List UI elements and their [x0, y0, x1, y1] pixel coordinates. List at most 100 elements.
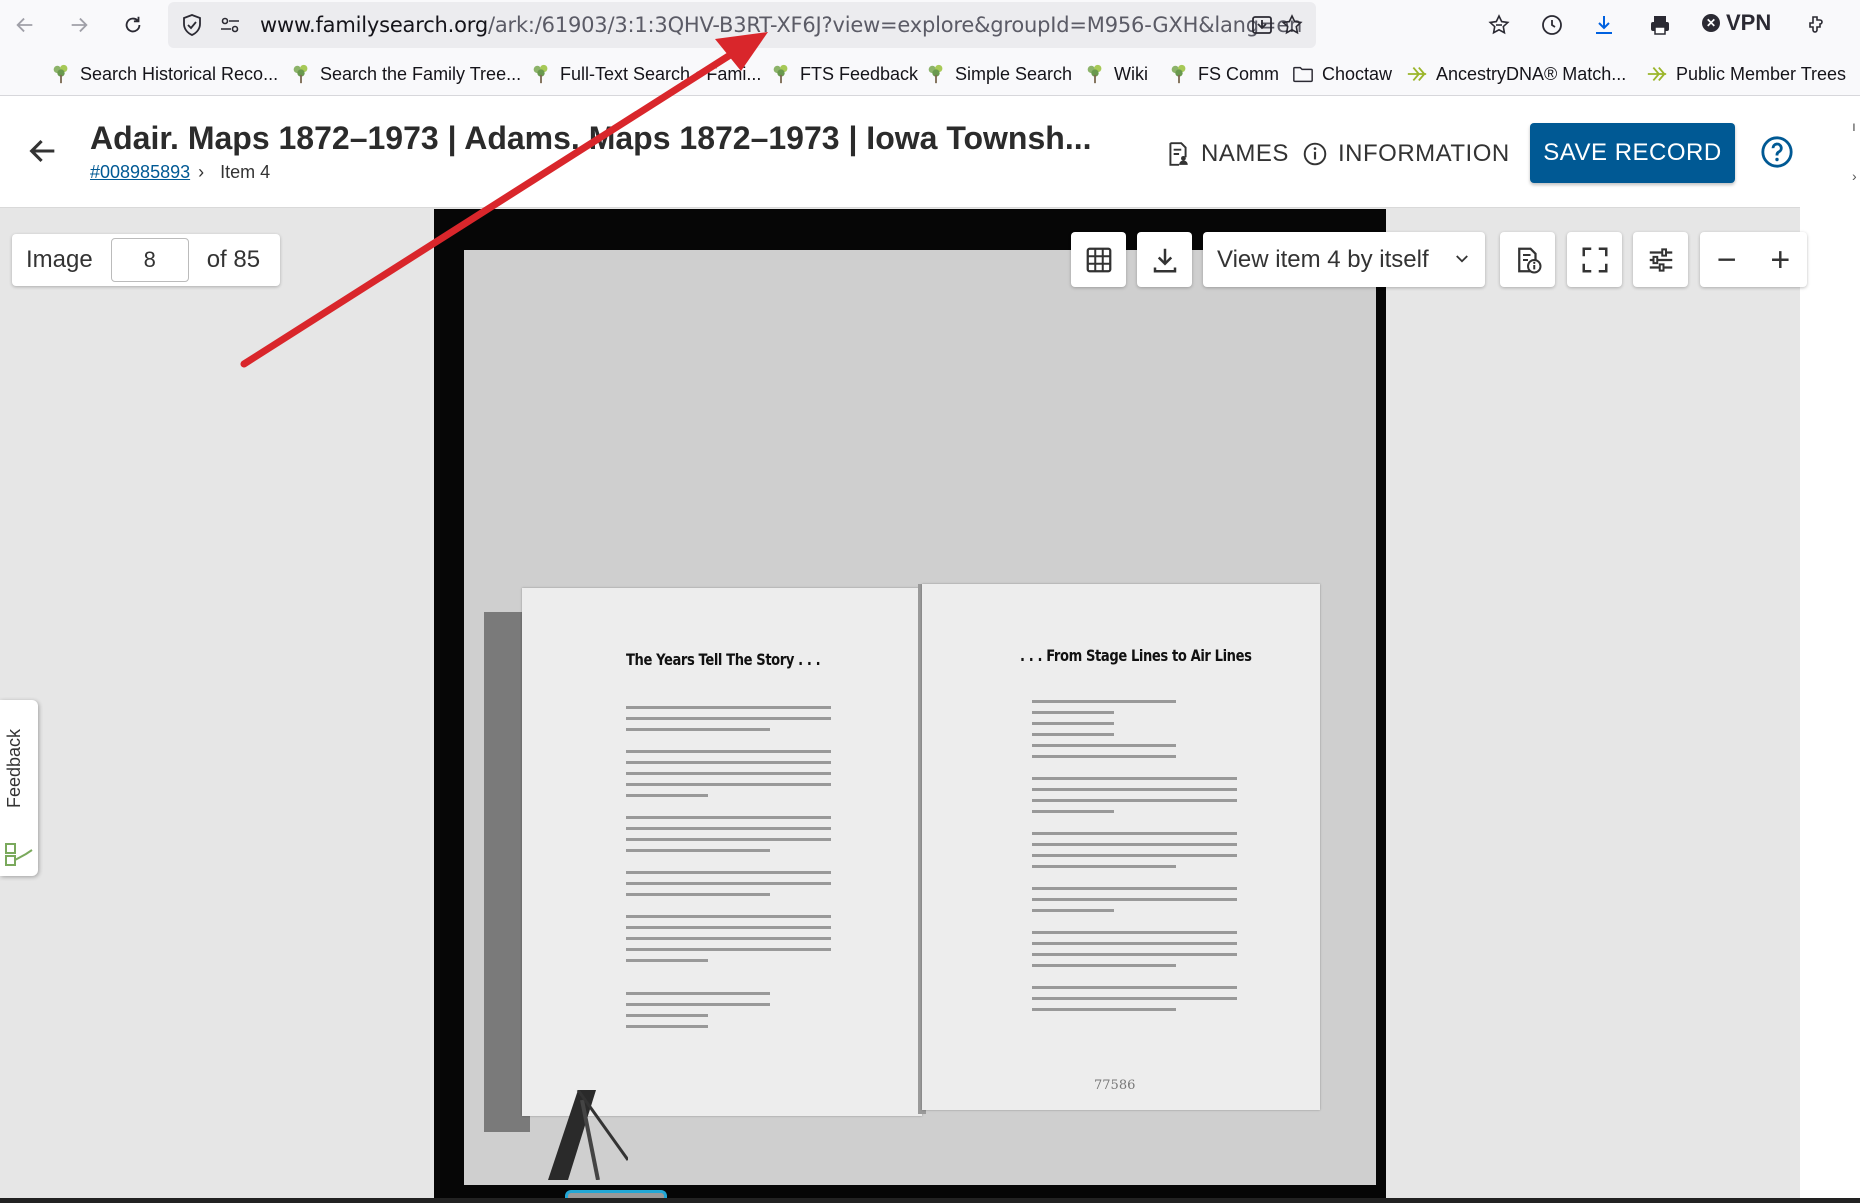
familysearch-tree-icon [1171, 64, 1186, 84]
chevron-down-icon [1456, 255, 1468, 263]
gallery-view-button[interactable] [1071, 232, 1126, 287]
vpn-label: VPN [1726, 10, 1772, 35]
view-item-select[interactable]: View item 4 by itself [1203, 232, 1485, 287]
feedback-tab[interactable]: Feedback [0, 700, 38, 876]
familysearch-tree-icon [53, 64, 68, 84]
bookmark-label: Search Historical Reco... [80, 63, 279, 84]
book-page-right: . . . From Stage Lines to Air Lines [922, 584, 1320, 1110]
arrow-right-icon [71, 17, 88, 33]
thumbnail-strip [0, 1198, 1860, 1203]
image-total: of 85 [206, 246, 261, 273]
breadcrumb: #008985893 › Item 4 [90, 162, 270, 183]
forward-button[interactable] [62, 8, 96, 42]
familysearch-tree-icon [533, 64, 548, 84]
site-permissions-icon[interactable] [218, 13, 242, 37]
bookmark-label: Search the Family Tree... [320, 63, 522, 84]
bookmark-item[interactable]: Public Member Trees [1646, 62, 1846, 86]
page-scrollbar[interactable]: ı › [1800, 96, 1860, 1203]
bookmark-item[interactable]: Search Historical Reco... [50, 62, 278, 86]
family-tree-icon [5, 843, 33, 866]
record-header: Adair. Maps 1872–1973 | Adams. Maps 1872… [0, 96, 1800, 208]
bookmark-label: FS Comm [1198, 63, 1279, 84]
right-page-text [1032, 700, 1237, 1019]
bookmark-item[interactable]: FS Comm [1168, 62, 1279, 86]
bookmarks-bar: Search Historical Reco... Search the Fam… [0, 50, 1860, 96]
reload-button[interactable] [116, 8, 150, 42]
image-label: Image [26, 246, 93, 273]
bookmark-item[interactable]: Search the Family Tree... [290, 62, 521, 86]
download-icon [1153, 248, 1176, 272]
bookmark-item[interactable]: Full-Text Search • Fami... [530, 62, 761, 86]
bookmark-label: Choctaw [1322, 63, 1393, 84]
help-icon[interactable] [1760, 135, 1794, 169]
left-page-text [626, 706, 831, 1036]
fullscreen-button[interactable] [1567, 232, 1622, 287]
history-icon[interactable] [1538, 11, 1566, 39]
url-domain: www.familysearch.org [260, 13, 488, 37]
arrow-left-icon [16, 17, 33, 33]
vpn-button[interactable]: ✕ VPN [1702, 10, 1771, 36]
bookmark-item[interactable]: Wiki [1084, 62, 1148, 86]
book-stand [548, 1090, 628, 1180]
folder-icon [1293, 66, 1313, 83]
information-button[interactable]: INFORMATION [1302, 140, 1510, 168]
names-label: NAMES [1201, 140, 1289, 167]
reading-list-icon[interactable] [1485, 11, 1513, 39]
download-button[interactable] [1137, 232, 1192, 287]
scroll-notch-icon: ı [1852, 118, 1856, 134]
bookmark-item[interactable]: FTS Feedback [770, 62, 918, 86]
left-page-title: The Years Tell The Story . . . [626, 650, 821, 669]
back-arrow-icon[interactable] [26, 134, 60, 168]
ancestry-leaf-icon [1647, 66, 1667, 82]
names-document-icon [1169, 142, 1188, 166]
reload-icon [125, 16, 141, 33]
chevron-right-icon: › [198, 162, 205, 182]
fullscreen-icon [1582, 247, 1607, 272]
image-number-input[interactable] [110, 238, 189, 282]
ancestry-leaf-icon [1407, 66, 1427, 82]
bookmark-star-icon[interactable] [1280, 13, 1304, 37]
image-adjust-button[interactable] [1633, 232, 1688, 287]
information-label: INFORMATION [1338, 140, 1510, 167]
right-page-title: . . . From Stage Lines to Air Lines [1020, 646, 1252, 665]
document-info-icon [1517, 247, 1541, 273]
save-record-button[interactable]: SAVE RECORD [1530, 123, 1735, 183]
bookmark-label: Wiki [1114, 63, 1148, 84]
shield-icon[interactable] [180, 13, 204, 37]
browser-toolbar: www.familysearch.org/ark:/61903/3:1:3QHV… [0, 0, 1860, 50]
bookmark-item[interactable]: Simple Search [925, 62, 1072, 86]
extensions-icon[interactable] [1802, 11, 1830, 39]
back-button[interactable] [8, 8, 42, 42]
page-title: Adair. Maps 1872–1973 | Adams. Maps 1872… [90, 120, 1092, 156]
bookmark-item[interactable]: AncestryDNA® Match... [1406, 62, 1626, 86]
view-item-select-value: View item 4 by itself [1217, 245, 1429, 273]
downloads-icon[interactable] [1590, 11, 1618, 39]
grid-icon [1086, 247, 1111, 272]
close-circle-icon: ✕ [1702, 14, 1720, 32]
url-text[interactable]: www.familysearch.org/ark:/61903/3:1:3QHV… [260, 13, 1302, 37]
zoom-out-button[interactable]: − [1717, 243, 1737, 277]
url-path: /ark:/61903/3:1:3QHV-B3RT-XF6J?view=expl… [487, 13, 1303, 37]
feedback-label: Feedback [4, 728, 24, 808]
film-number-link[interactable]: #008985893 [90, 162, 190, 183]
bookmark-label: Simple Search [955, 63, 1073, 84]
image-counter: Image of 85 [12, 234, 280, 286]
scroll-notch-icon: › [1852, 168, 1857, 184]
bookmark-label: Full-Text Search • Fami... [560, 63, 762, 84]
image-info-button[interactable] [1500, 232, 1555, 287]
bookmark-folder[interactable]: Choctaw [1292, 62, 1392, 86]
names-button[interactable]: NAMES [1165, 140, 1289, 168]
address-bar[interactable]: www.familysearch.org/ark:/61903/3:1:3QHV… [168, 2, 1316, 48]
sliders-icon [1649, 247, 1672, 272]
info-icon [1303, 142, 1327, 166]
book-page-left: The Years Tell The Story . . . [522, 588, 922, 1116]
save-page-icon[interactable] [1250, 13, 1274, 37]
print-icon[interactable] [1646, 11, 1674, 39]
zoom-controls: − + [1700, 232, 1807, 287]
zoom-in-button[interactable]: + [1770, 243, 1790, 277]
familysearch-tree-icon [293, 64, 308, 84]
frame-number: 77586 [1094, 1078, 1136, 1093]
familysearch-tree-icon [928, 64, 943, 84]
familysearch-tree-icon [1087, 64, 1102, 84]
bookmark-label: Public Member Trees [1676, 63, 1847, 84]
